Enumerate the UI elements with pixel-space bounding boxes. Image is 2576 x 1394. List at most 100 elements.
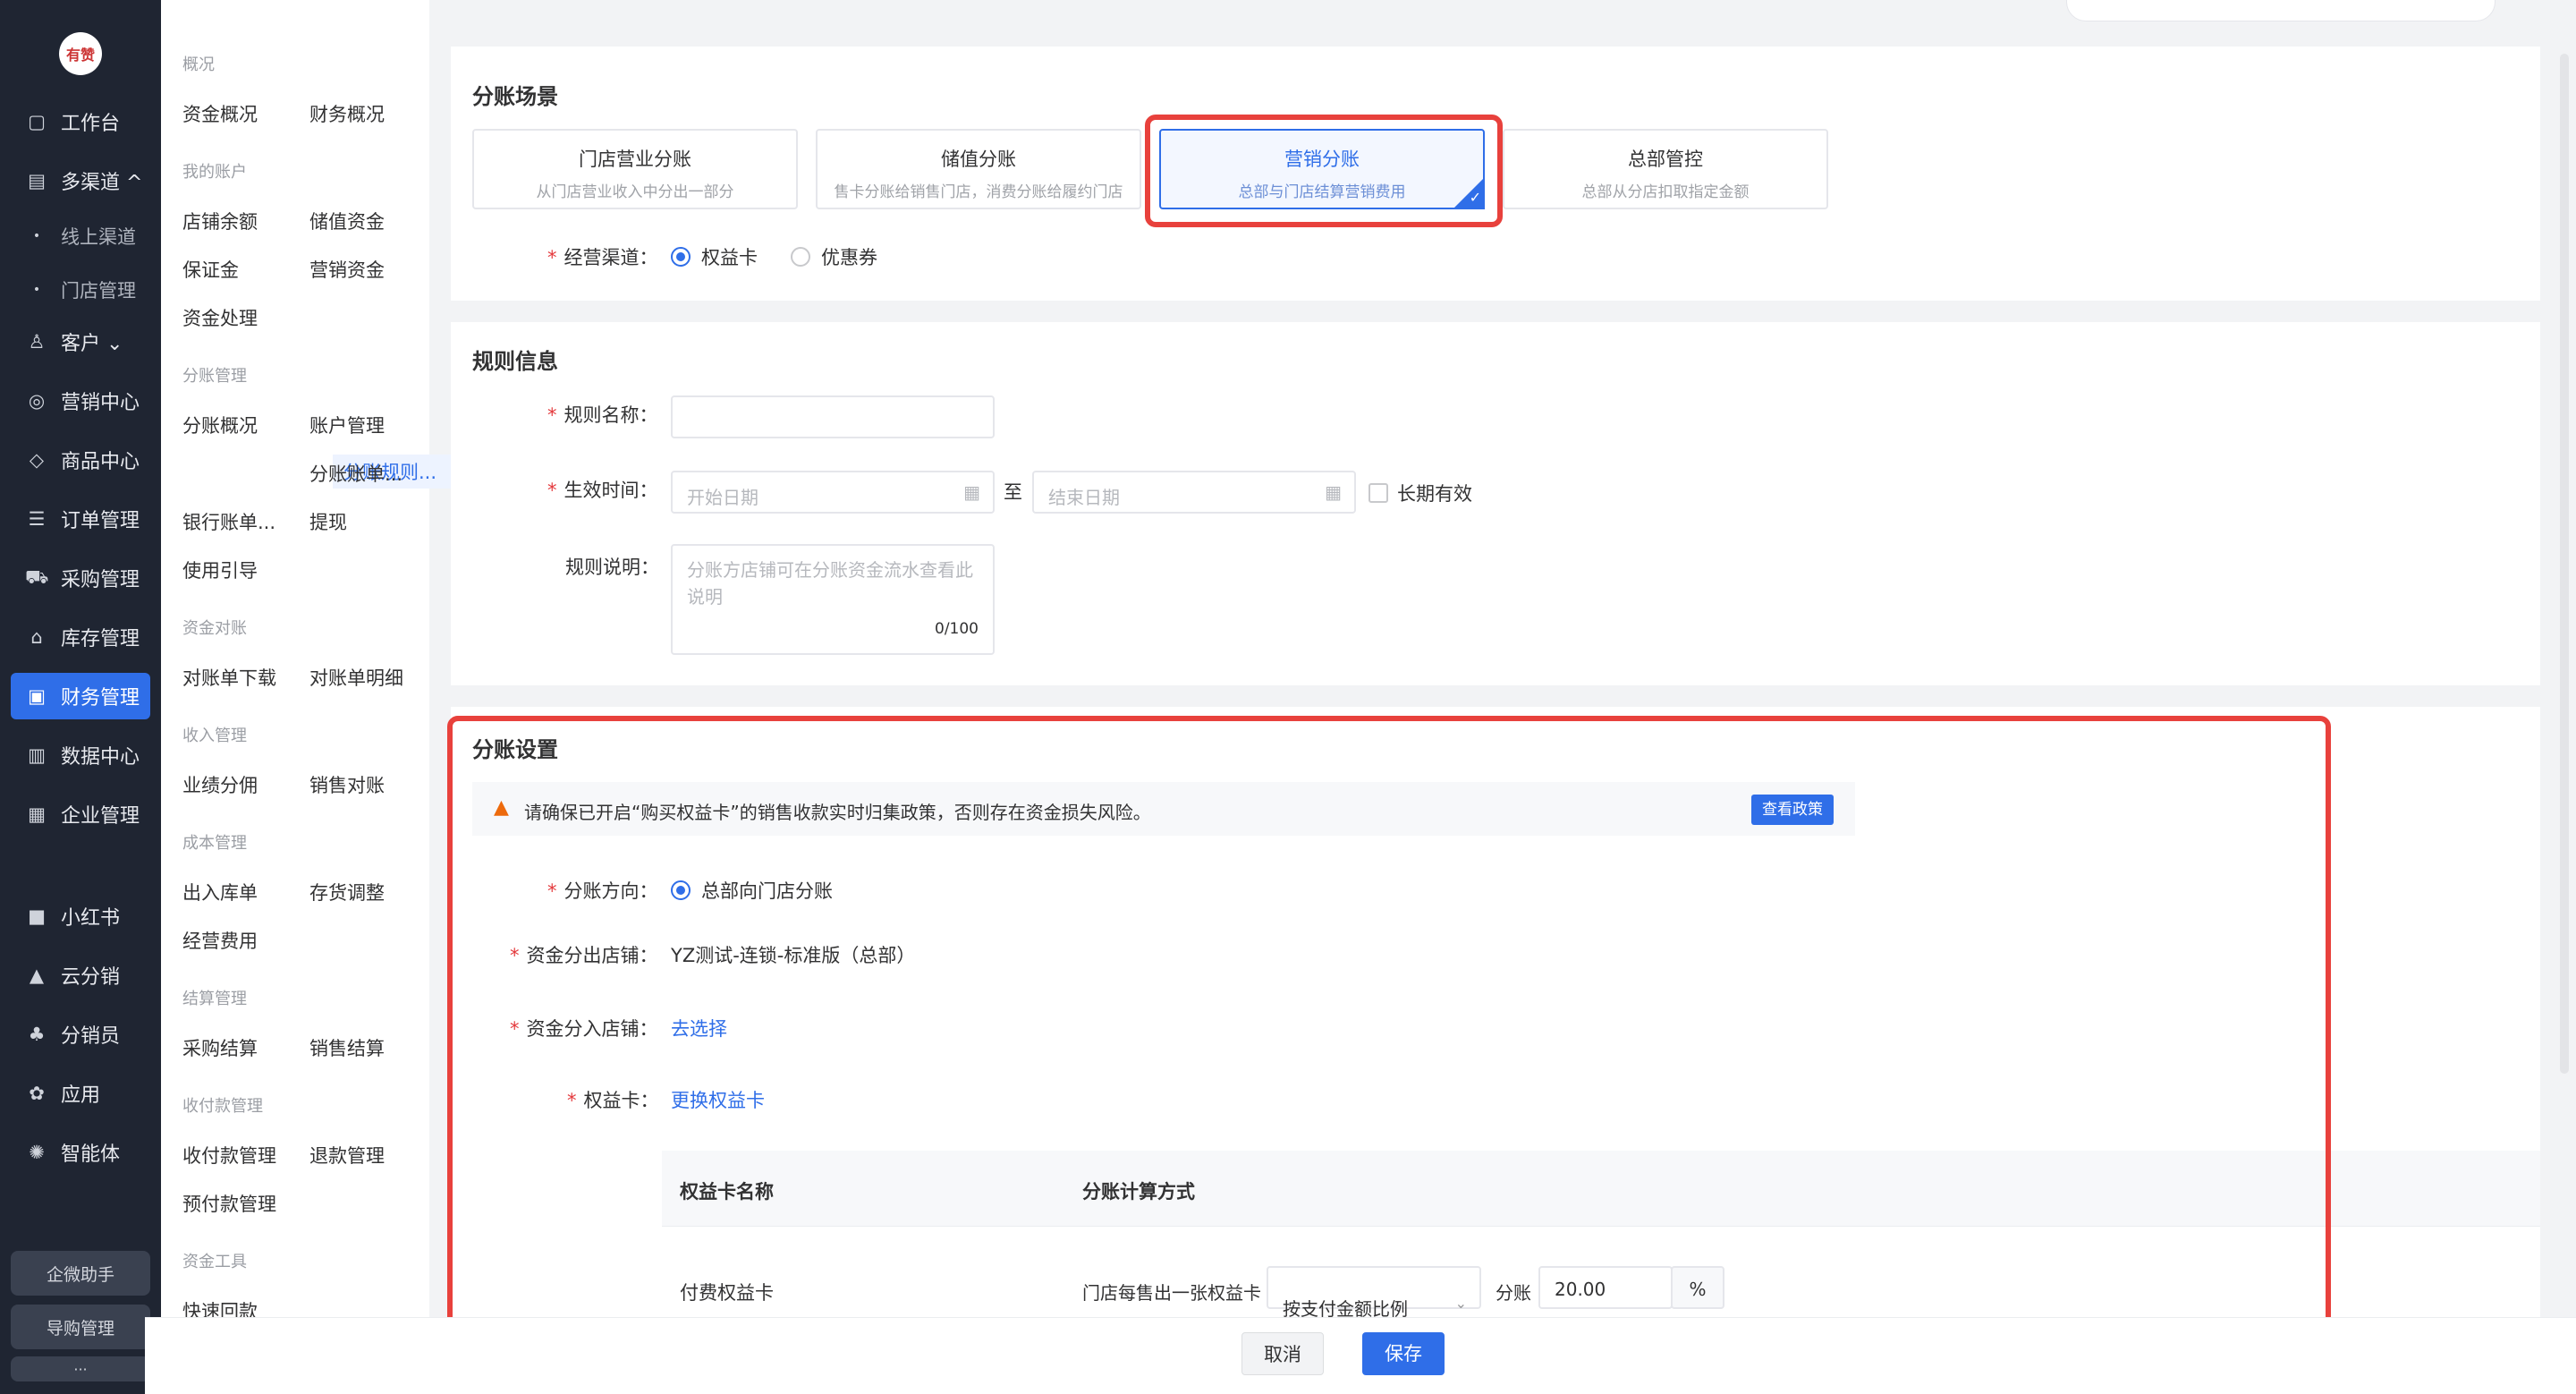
rail-item-label: 多渠道 ^: [61, 172, 143, 194]
subnav-link-purchase-settlement[interactable]: 采购结算: [182, 1034, 258, 1061]
shop-logo[interactable]: 有赞: [59, 32, 102, 75]
placeholder: 结束日期: [1048, 487, 1120, 508]
subnav-link-finance-overview[interactable]: 财务概况: [309, 100, 385, 127]
page-scrollbar[interactable]: [2560, 54, 2569, 1074]
finance-icon: ▣: [28, 685, 46, 707]
placeholder: 开始日期: [687, 487, 758, 508]
agent-icon: ✺: [29, 1142, 45, 1163]
subnav-link-marketing-fund[interactable]: 营销资金: [309, 256, 385, 283]
main-sidebar: 有赞 ▢ 工作台 ▤ 多渠道 ^ • 线上渠道 • 门店管理 ♙ 客户 ⌄ ◎ 营销中心 ◇ 商品中心 ☰ 订…: [0, 0, 161, 1394]
rule-desc-textarea[interactable]: 分账方店铺可在分账资金流水查看此说明 0/100: [671, 544, 995, 655]
rail-item-10[interactable]: ▣ 财务管理: [11, 673, 150, 719]
subnav-link-commission[interactable]: 业绩分佣: [182, 771, 258, 798]
more-button[interactable]: ···: [11, 1356, 150, 1381]
subnav-link-operating-expense[interactable]: 经营费用: [182, 927, 258, 954]
rail-item-12[interactable]: ▦ 企业管理: [11, 791, 150, 837]
scene-desc: 从门店营业收入中分出一部分: [536, 183, 734, 201]
subnav-link-sales-reconciliation[interactable]: 销售对账: [309, 771, 385, 798]
rail-item-0[interactable]: ▢ 工作台: [11, 98, 150, 145]
scene-card: 分账场景 门店营业分账 从门店营业收入中分出一部分 储值分账 售卡分账给销售门店…: [451, 47, 2540, 301]
subnav-group-payments: 收付款管理: [182, 1097, 263, 1116]
chevron-down-icon: ⌄: [1454, 1295, 1467, 1312]
rail-item-label: 采购管理: [61, 569, 140, 591]
rail-item-3[interactable]: • 门店管理: [11, 267, 150, 313]
rail-item-13[interactable]: ■ 小红书: [11, 893, 150, 939]
apps-icon: ✿: [29, 1083, 45, 1104]
subnav-link-fund-processing[interactable]: 资金处理: [182, 304, 258, 331]
scene-title: 总部管控: [1628, 149, 1703, 170]
rail-item-9[interactable]: ⌂ 库存管理: [11, 614, 150, 660]
rail-item-label: 数据中心: [61, 746, 140, 769]
subnav-link-withdraw[interactable]: 提现: [309, 508, 347, 535]
rail-item-2[interactable]: • 线上渠道: [11, 213, 150, 259]
scene-hq-control[interactable]: 总部管控 总部从分店扣取指定金额: [1503, 129, 1828, 209]
long-term-checkbox[interactable]: 长期有效: [1368, 480, 1472, 506]
rail-item-5[interactable]: ◎ 营销中心: [11, 378, 150, 424]
percent-addon: %: [1671, 1266, 1724, 1309]
subnav-link-statement-detail[interactable]: 对账单明细: [309, 664, 403, 691]
subnav-link-shop-balance[interactable]: 店铺余额: [182, 208, 258, 234]
channel-option-equity-card[interactable]: 权益卡: [671, 243, 758, 270]
subnav-link-fund-overview[interactable]: 资金概况: [182, 100, 258, 127]
subnav-link-split-overview[interactable]: 分账概况: [182, 412, 258, 438]
rail-item-7[interactable]: ☰ 订单管理: [11, 496, 150, 542]
calc-method-select[interactable]: 按支付金额比例 ⌄: [1267, 1266, 1481, 1320]
rail-item-11[interactable]: ▥ 数据中心: [11, 732, 150, 778]
rail-item-17[interactable]: ✺ 智能体: [11, 1129, 150, 1176]
subnav-link-stored-value[interactable]: 储值资金: [309, 208, 385, 234]
effective-time-label: 生效时间：: [547, 476, 658, 503]
wecom-assistant-button[interactable]: 企微助手: [11, 1251, 150, 1296]
placeholder: 分账方店铺可在分账资金流水查看此说明: [687, 559, 973, 608]
data-icon: ▥: [28, 744, 46, 766]
col-card-name: 权益卡名称: [680, 1181, 774, 1203]
cancel-button[interactable]: 取消: [1241, 1332, 1324, 1375]
rail-item-1[interactable]: ▤ 多渠道 ^: [11, 157, 150, 204]
subnav-link-bank-bills[interactable]: 银行账单...: [182, 508, 275, 535]
checkbox-icon: [1368, 483, 1388, 503]
subnav-link-deposit[interactable]: 保证金: [182, 256, 239, 283]
change-card-link[interactable]: 更换权益卡: [671, 1086, 765, 1113]
finance-subnav: 概况 资金概况 财务概况 我的账户 店铺余额 储值资金 保证金 营销资金 资金处…: [161, 0, 454, 1394]
subnav-link-statement-download[interactable]: 对账单下载: [182, 664, 276, 691]
scene-marketing[interactable]: 营销分账 总部与门店结算营销费用 ✓: [1159, 129, 1485, 209]
scene-stored-value[interactable]: 储值分账 售卡分账给销售门店，消费分账给履约门店: [816, 129, 1141, 209]
split-value-input[interactable]: 20.00: [1538, 1266, 1673, 1309]
guide-management-button[interactable]: 导购管理: [11, 1305, 150, 1349]
channel-option-coupon[interactable]: 优惠券: [791, 243, 877, 270]
subnav-group-reconciliation: 资金对账: [182, 619, 247, 638]
subnav-link-prepayment[interactable]: 预付款管理: [182, 1190, 276, 1217]
rail-item-14[interactable]: ▲ 云分销: [11, 952, 150, 999]
split-section-title: 分账设置: [472, 737, 558, 762]
scene-desc: 售卡分账给销售门店，消费分账给履约门店: [834, 183, 1123, 201]
rule-name-input[interactable]: [671, 395, 995, 438]
direction-option[interactable]: 总部向门店分账: [671, 877, 833, 904]
top-search-pill[interactable]: [2066, 0, 2496, 21]
scene-title: 营销分账: [1284, 149, 1360, 170]
subnav-link-account-management[interactable]: 账户管理: [309, 412, 385, 438]
channel-icon: ▤: [28, 170, 46, 191]
subnav-link-inout-stock[interactable]: 出入库单: [182, 879, 258, 905]
out-store-label: 资金分出店铺：: [510, 941, 658, 968]
subnav-link-sales-settlement[interactable]: 销售结算: [309, 1034, 385, 1061]
subnav-link-split-bills[interactable]: 分账账单...: [309, 460, 402, 487]
rail-item-16[interactable]: ✿ 应用: [11, 1070, 150, 1117]
subnav-link-payment-management[interactable]: 收付款管理: [182, 1142, 276, 1169]
view-policy-button[interactable]: 查看政策: [1751, 795, 1834, 825]
subnav-link-guide[interactable]: 使用引导: [182, 557, 258, 583]
end-date-input[interactable]: 结束日期 ▦: [1032, 471, 1356, 514]
date-separator: 至: [1004, 481, 1022, 503]
risk-notice: ▲ 请确保已开启“购买权益卡”的销售收款实时归集政策，否则存在资金损失风险。 查…: [472, 782, 1855, 836]
subnav-link-refund-management[interactable]: 退款管理: [309, 1142, 385, 1169]
rail-item-15[interactable]: ♣ 分销员: [11, 1011, 150, 1058]
save-button[interactable]: 保存: [1362, 1332, 1445, 1375]
start-date-input[interactable]: 开始日期 ▦: [671, 471, 995, 514]
rail-item-8[interactable]: ⛟ 采购管理: [11, 555, 150, 601]
subnav-link-stock-adjust[interactable]: 存货调整: [309, 879, 385, 905]
channel-label: 经营渠道：: [547, 243, 658, 270]
marketing-icon: ◎: [28, 390, 46, 412]
rule-desc-label: 规则说明：: [565, 557, 659, 578]
rail-item-6[interactable]: ◇ 商品中心: [11, 437, 150, 483]
scene-store-revenue[interactable]: 门店营业分账 从门店营业收入中分出一部分: [472, 129, 798, 209]
select-store-link[interactable]: 去选择: [671, 1015, 727, 1041]
rail-item-4[interactable]: ♙ 客户 ⌄: [11, 319, 150, 365]
